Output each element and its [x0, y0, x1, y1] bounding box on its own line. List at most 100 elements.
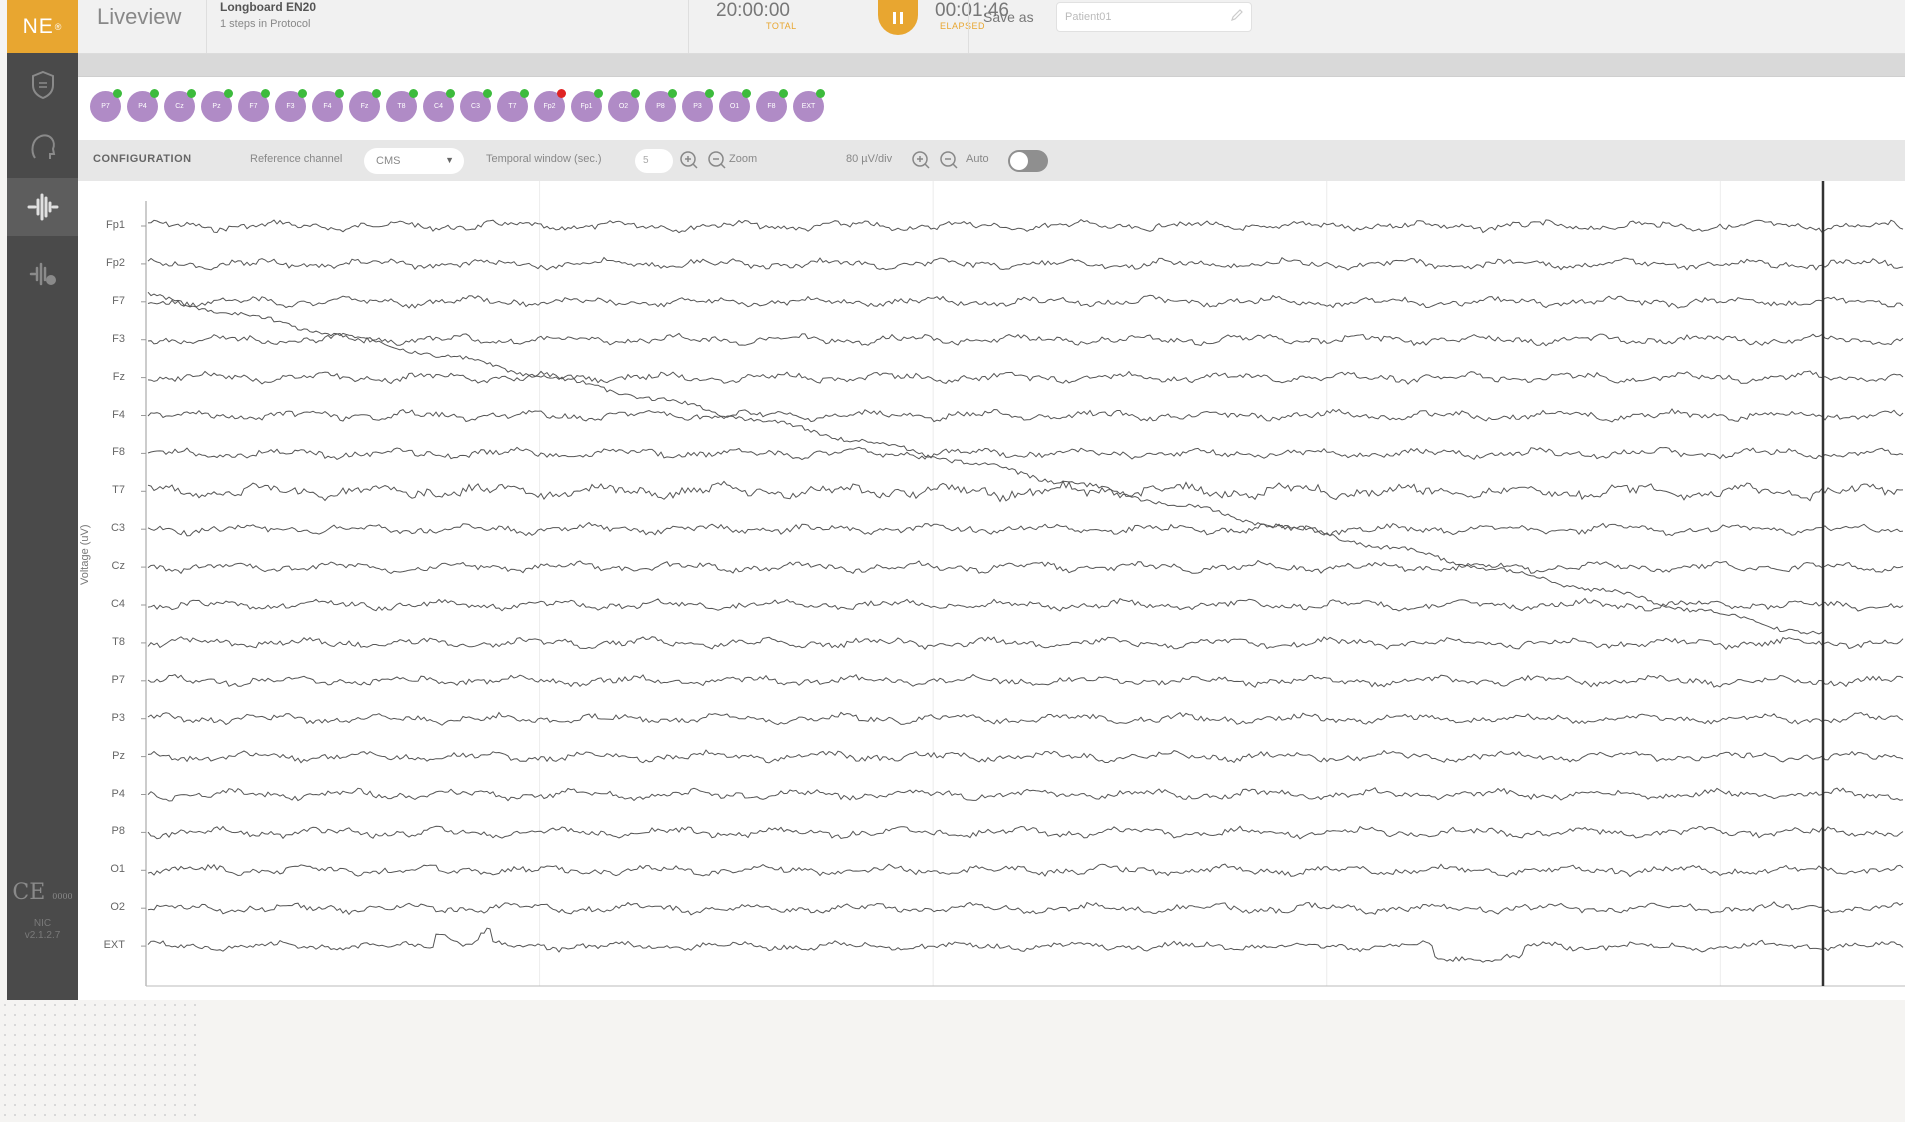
pause-button[interactable]: [878, 0, 918, 35]
electrode-status-indicator: [557, 89, 566, 98]
auto-toggle[interactable]: [1008, 150, 1048, 172]
divider: [968, 0, 969, 53]
electrode-label: T8: [397, 103, 406, 110]
zoom-out-icon[interactable]: [707, 150, 727, 170]
save-as-input[interactable]: [1056, 2, 1252, 32]
electrode-f4[interactable]: F4: [312, 89, 344, 122]
electrode-p4[interactable]: P4: [127, 89, 159, 122]
eeg-traces: [141, 181, 1905, 987]
electrode-fz[interactable]: Fz: [349, 89, 381, 122]
eeg-trace-t8: [147, 636, 1904, 651]
electrode-label: Fp2: [543, 103, 556, 110]
eeg-drift-trace: [147, 291, 1823, 635]
scale-label: 80 µV/div: [846, 153, 893, 165]
temporal-window-input[interactable]: 5: [635, 149, 673, 173]
electrode-label: O1: [729, 103, 740, 110]
channel-label: EXT: [103, 939, 125, 952]
electrode-p8[interactable]: P8: [645, 89, 677, 122]
channel-label: Fz: [112, 370, 125, 383]
electrode-status-indicator: [668, 89, 677, 98]
electrode-status-indicator: [446, 89, 455, 98]
electrode-ext[interactable]: EXT: [793, 89, 825, 122]
electrode-fp2[interactable]: Fp2: [534, 89, 566, 122]
eeg-trace-p4: [147, 787, 1904, 802]
electrode-c3[interactable]: C3: [460, 89, 492, 122]
nav-item-impedance[interactable]: [7, 56, 78, 114]
top-bar: Liveview Longboard EN20 1 steps in Proto…: [78, 0, 1905, 54]
electrode-p3[interactable]: P3: [682, 89, 714, 122]
electrode-status-indicator: [224, 89, 233, 98]
channel-label: Fp2: [106, 256, 125, 269]
nav-item-head[interactable]: [7, 118, 78, 176]
scale-zoom-in-icon[interactable]: [911, 150, 931, 170]
channel-label: O2: [110, 901, 125, 914]
eeg-trace-o1: [147, 863, 1904, 878]
channel-label: Cz: [111, 560, 125, 573]
electrode-status-indicator: [520, 89, 529, 98]
electrode-cz[interactable]: Cz: [164, 89, 196, 122]
channel-label: F8: [112, 446, 125, 459]
channel-label: F3: [112, 332, 125, 345]
app-window: NE ® CE 0000 NIC v2.1.2.7 Liveview Longbo…: [7, 0, 1905, 1000]
pencil-icon[interactable]: [1230, 8, 1244, 22]
eeg-trace-f3: [147, 332, 1904, 347]
electrode-t8[interactable]: T8: [386, 89, 418, 122]
zoom-in-icon[interactable]: [679, 150, 699, 170]
channel-label: F7: [112, 294, 125, 307]
electrode-c4[interactable]: C4: [423, 89, 455, 122]
electrode-label: P7: [101, 103, 110, 110]
chevron-down-icon: ▼: [445, 155, 454, 165]
scale-zoom-out-icon[interactable]: [939, 150, 959, 170]
electrode-t7[interactable]: T7: [497, 89, 529, 122]
electrode-o2[interactable]: O2: [608, 89, 640, 122]
nav-item-liveview[interactable]: [7, 178, 78, 236]
electrode-status-indicator: [409, 89, 418, 98]
eeg-trace-c3: [147, 521, 1904, 537]
electrode-f7[interactable]: F7: [238, 89, 270, 122]
channel-label: P7: [111, 673, 125, 686]
electrode-label: F4: [323, 103, 332, 110]
electrode-f3[interactable]: F3: [275, 89, 307, 122]
electrode-status-indicator: [631, 89, 640, 98]
eeg-trace-fz: [147, 370, 1904, 385]
electrode-status-indicator: [261, 89, 270, 98]
nav-item-stimulation[interactable]: [7, 246, 78, 304]
electrode-p7[interactable]: P7: [90, 89, 122, 122]
electrode-o1[interactable]: O1: [719, 89, 751, 122]
head-icon: [31, 134, 55, 159]
electrode-label: P4: [138, 103, 147, 110]
eeg-plot-area: [78, 181, 1905, 1000]
electrode-f8[interactable]: F8: [756, 89, 788, 122]
electrode-label: C3: [471, 103, 480, 110]
dotted-background-pattern: [0, 1000, 200, 1122]
eeg-trace-f4: [147, 408, 1904, 423]
electrode-pz[interactable]: Pz: [201, 89, 233, 122]
electrode-status-indicator: [483, 89, 492, 98]
channel-label: T7: [112, 484, 125, 497]
eeg-trace-t7: [147, 479, 1904, 503]
shield-icon: [31, 70, 54, 100]
eeg-trace-f8: [147, 446, 1904, 461]
reference-channel-label: Reference channel: [250, 153, 343, 165]
electrode-label: Fz: [360, 103, 369, 110]
electrode-fp1[interactable]: Fp1: [571, 89, 603, 122]
eeg-trace-cz: [147, 559, 1904, 575]
configuration-title: CONFIGURATION: [93, 153, 192, 165]
channel-label: P8: [111, 825, 125, 838]
reference-channel-select[interactable]: CMS ▼: [364, 148, 464, 174]
electrode-label: T7: [508, 103, 517, 110]
divider: [206, 0, 207, 53]
eeg-trace-pz: [147, 749, 1904, 764]
channel-label: P3: [111, 711, 125, 724]
eeg-trace-p3: [147, 711, 1904, 726]
elapsed-time-label: ELAPSED: [940, 21, 986, 31]
ce-mark: CE 0000: [12, 880, 73, 905]
stimulation-icon: [29, 262, 56, 286]
electrode-label: P3: [693, 103, 702, 110]
electrode-status-indicator: [742, 89, 751, 98]
total-time: 20:00:00: [716, 0, 790, 21]
channel-label: F4: [112, 408, 125, 421]
electrode-label: P8: [656, 103, 665, 110]
electrode-label: Pz: [212, 103, 221, 110]
channel-label: O1: [110, 863, 125, 876]
